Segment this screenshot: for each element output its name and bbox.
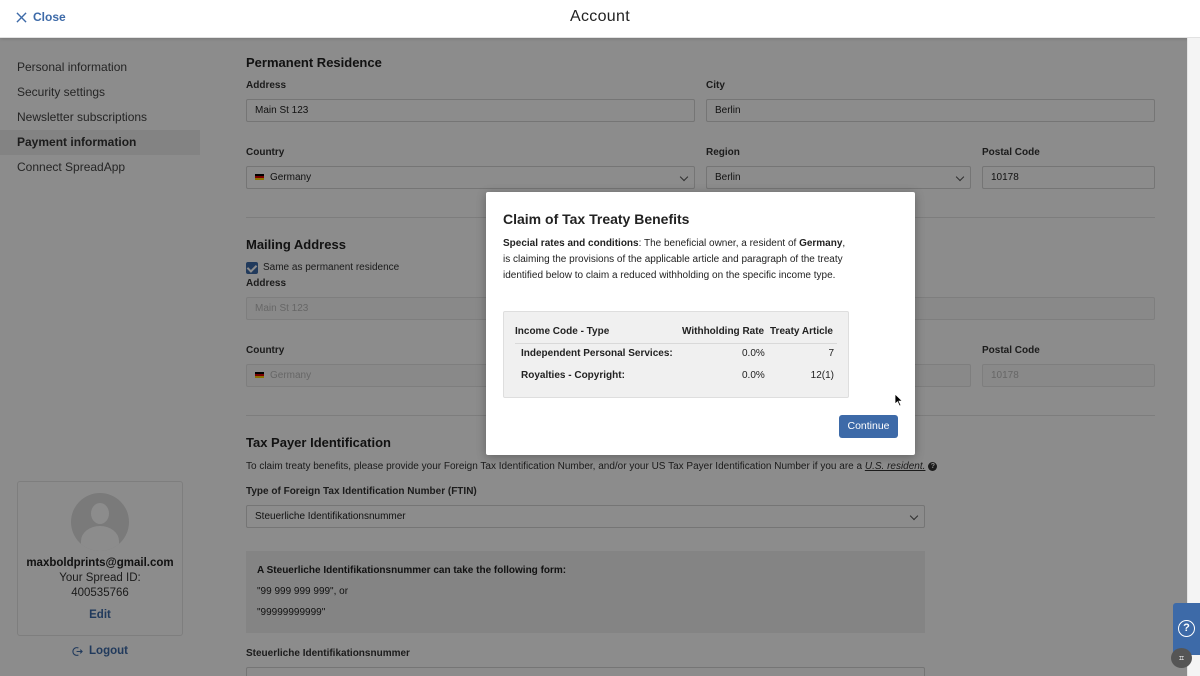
page-title: Account xyxy=(570,8,630,25)
page-scrollbar[interactable] xyxy=(1187,38,1200,676)
top-header: Close Account xyxy=(0,0,1200,38)
table-header-income-code: Income Code - Type xyxy=(515,326,610,337)
row-income-type: Royalties - Copyright: xyxy=(521,370,625,381)
treaty-table: Income Code - Type Withholding Rate Trea… xyxy=(503,311,849,398)
modal-title: Claim of Tax Treaty Benefits xyxy=(503,211,690,227)
row-withholding-rate: 0.0% xyxy=(742,370,765,381)
help-button[interactable]: ? xyxy=(1173,603,1200,655)
row-withholding-rate: 0.0% xyxy=(742,348,765,359)
modal-intro-1: : The beneficial owner, a resident of xyxy=(638,238,800,249)
row-treaty-article: 12(1) xyxy=(810,370,834,381)
tax-treaty-modal: Claim of Tax Treaty Benefits Special rat… xyxy=(486,192,915,455)
modal-intro-bold: Special rates and conditions xyxy=(503,238,639,249)
table-header-treaty-article: Treaty Article xyxy=(770,326,833,337)
continue-button[interactable]: Continue xyxy=(839,415,898,438)
modal-description: Special rates and conditions: The benefi… xyxy=(503,236,853,284)
table-header-withholding-rate: Withholding Rate xyxy=(682,326,765,337)
question-icon: ? xyxy=(1178,620,1195,637)
row-treaty-article: 7 xyxy=(828,348,834,359)
mouse-cursor-icon xyxy=(894,393,904,407)
table-divider xyxy=(515,343,837,344)
row-income-type: Independent Personal Services: xyxy=(521,348,673,359)
modal-country: Germany xyxy=(799,238,843,249)
scan-icon[interactable]: ⌗ xyxy=(1171,648,1192,668)
